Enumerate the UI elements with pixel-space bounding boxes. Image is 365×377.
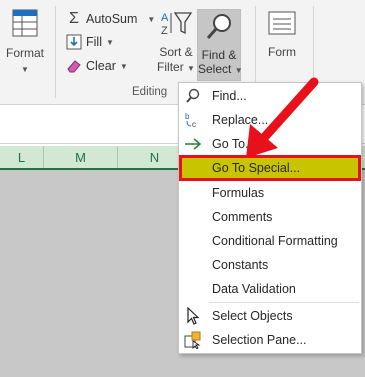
form-label: Form xyxy=(268,45,296,59)
eraser-icon xyxy=(67,60,81,73)
find-select-label-line2: Select xyxy=(198,62,232,76)
sigma-icon: Σ xyxy=(69,10,79,27)
form-button[interactable]: Form xyxy=(262,10,302,60)
chevron-down-icon: ▼ xyxy=(234,66,243,75)
svg-text:Z: Z xyxy=(161,25,168,37)
magnifier-icon xyxy=(183,86,203,106)
menu-item-go-to-special[interactable]: Go To Special... xyxy=(179,155,361,181)
menu-item-label: Selection Pane... xyxy=(212,333,307,347)
menu-item-data-validation[interactable]: Data Validation xyxy=(179,277,361,301)
pointer-arrow-icon xyxy=(183,306,203,326)
fill-button[interactable]: Fill ▼ xyxy=(66,34,114,50)
clear-label: Clear xyxy=(86,59,116,73)
chevron-down-icon: ▼ xyxy=(21,65,29,74)
editing-group-label: Editing xyxy=(132,86,168,98)
menu-item-label: Conditional Formatting xyxy=(212,234,338,248)
menu-item-go-to[interactable]: Go To... xyxy=(179,132,361,156)
svg-text:c: c xyxy=(192,120,196,129)
svg-text:b: b xyxy=(185,112,190,121)
autosum-label: AutoSum xyxy=(86,12,138,26)
menu-item-label: Replace... xyxy=(212,113,269,127)
sort-filter-label-line2: Filter xyxy=(157,60,184,74)
find-select-button[interactable]: Find & Select ▼ xyxy=(197,9,243,81)
menu-item-selection-pane[interactable]: Selection Pane... xyxy=(179,328,361,352)
find-select-label-line1: Find & xyxy=(201,48,237,62)
sort-filter-label-line1: Sort & xyxy=(159,45,193,59)
autosum-button[interactable]: Σ AutoSum ▼ xyxy=(66,10,155,28)
column-header-m[interactable]: M xyxy=(44,146,118,168)
menu-item-label: Constants xyxy=(212,258,269,272)
clear-button[interactable]: Clear ▼ xyxy=(66,58,128,74)
menu-item-conditional-formatting[interactable]: Conditional Formatting xyxy=(179,229,361,253)
chevron-down-icon: ▼ xyxy=(119,61,128,71)
menu-item-label: Data Validation xyxy=(212,282,296,296)
menu-item-label: Formulas xyxy=(212,186,265,200)
format-label: Format xyxy=(5,46,44,60)
svg-text:A: A xyxy=(161,12,169,24)
menu-item-label: Go To... xyxy=(212,137,256,151)
menu-item-constants[interactable]: Constants xyxy=(179,253,361,277)
format-button[interactable]: Format ▼ xyxy=(0,8,50,77)
menu-item-label: Comments xyxy=(212,210,273,224)
menu-item-comments[interactable]: Comments xyxy=(179,205,361,229)
sort-filter-button[interactable]: A Z Sort & Filter ▼ xyxy=(155,9,197,76)
form-icon xyxy=(268,11,296,35)
fill-label: Fill xyxy=(86,35,102,49)
replace-icon: bc xyxy=(183,110,203,130)
menu-item-label: Find... xyxy=(212,89,247,103)
fill-down-icon xyxy=(66,34,82,50)
selection-pane-icon xyxy=(183,330,203,350)
sort-filter-icon: A Z xyxy=(161,12,193,37)
chevron-down-icon: ▼ xyxy=(187,64,195,73)
menu-item-replace[interactable]: bc Replace... xyxy=(179,108,361,132)
menu-item-find[interactable]: Find... xyxy=(179,84,361,108)
chevron-down-icon: ▼ xyxy=(105,37,114,47)
menu-item-select-objects[interactable]: Select Objects xyxy=(179,304,361,328)
find-select-menu: Find... bc Replace... Go To... Go To Spe… xyxy=(178,82,362,354)
menu-separator xyxy=(209,302,359,303)
menu-item-label: Select Objects xyxy=(212,309,293,323)
arrow-right-icon xyxy=(183,134,203,154)
menu-item-label: Go To Special... xyxy=(212,161,301,175)
column-header-l[interactable]: L xyxy=(0,146,44,168)
ribbon-separator xyxy=(55,6,56,98)
menu-item-formulas[interactable]: Formulas xyxy=(179,181,361,205)
magnifier-icon xyxy=(206,14,231,39)
format-icon xyxy=(12,9,38,37)
